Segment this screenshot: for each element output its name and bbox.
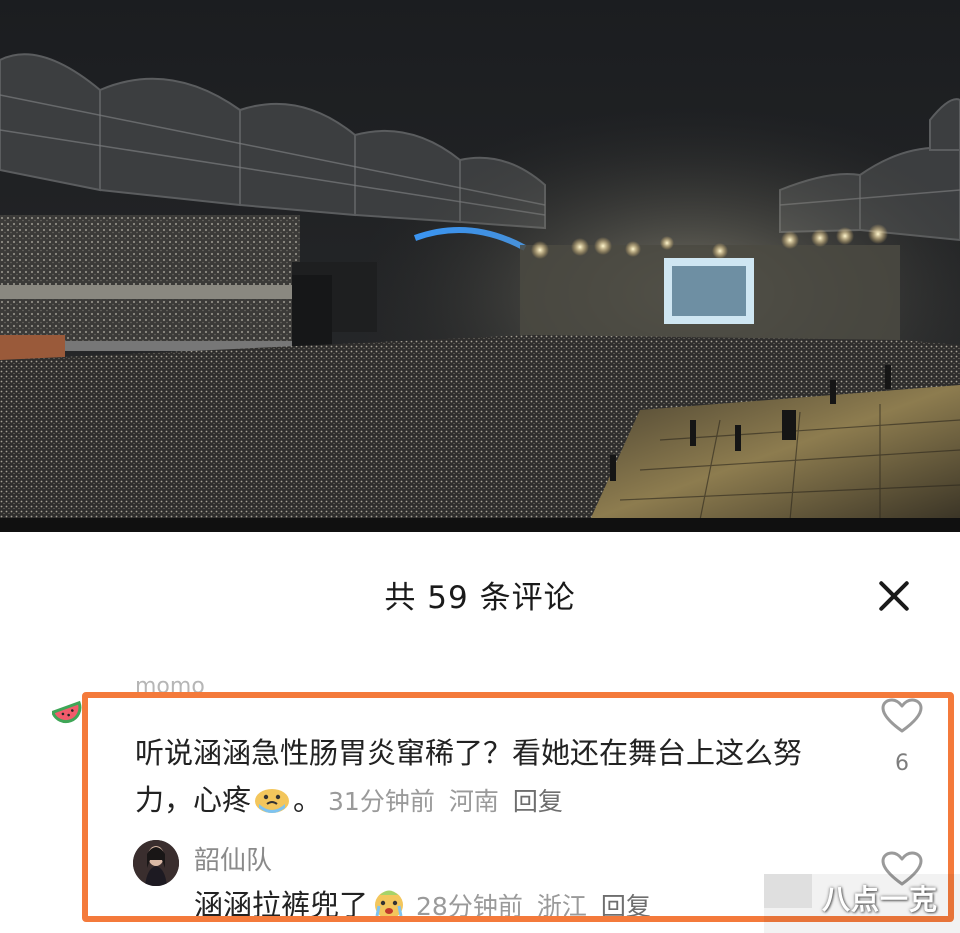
reply-username[interactable]: 韶仙队 xyxy=(194,840,272,877)
reply-reply-button[interactable]: 回复 xyxy=(601,892,651,921)
watermark: 八点一克 xyxy=(764,874,960,933)
comment-username[interactable]: momo xyxy=(135,680,205,696)
comment-text-suffix: 。 xyxy=(293,783,323,817)
crying-face-emoji xyxy=(375,890,404,919)
crying-face-emoji xyxy=(255,789,290,813)
reply-location: 浙江 xyxy=(536,892,587,921)
comment-sheet: 共 59 条评论 momo 听说涵涵急性肠胃炎窜稀了？看她还在舞台上这么努力，心… xyxy=(0,532,960,933)
comment-body: 听说涵涵急性肠胃炎窜稀了？看她还在舞台上这么努力，心疼。 31分钟前 河南 回复 xyxy=(135,730,855,825)
reply-meta: 28分钟前 浙江 回复 xyxy=(416,892,665,921)
concert-photo xyxy=(0,0,960,532)
reply-body: 涵涵拉裤兜了 28分钟前 浙江 回复 xyxy=(194,882,665,924)
watermelon-avatar-icon[interactable] xyxy=(52,699,86,733)
comment-location: 河南 xyxy=(448,787,499,816)
comment-like-button[interactable]: 6 xyxy=(880,697,924,776)
comment-like-count: 6 xyxy=(895,751,909,776)
comment-reply-button[interactable]: 回复 xyxy=(513,787,563,816)
watermark-text: 八点一克 xyxy=(822,883,939,916)
heart-outline-icon xyxy=(881,698,923,733)
comment-count-title: 共 59 条评论 xyxy=(384,580,576,616)
watermark-logo xyxy=(764,874,812,908)
reply-avatar[interactable] xyxy=(133,840,179,886)
close-icon[interactable] xyxy=(870,572,918,620)
reply-time: 28分钟前 xyxy=(416,892,523,921)
comment-meta: 31分钟前 河南 回复 xyxy=(328,787,577,816)
reply-text: 涵涵拉裤兜了 xyxy=(194,888,369,922)
comment-time: 31分钟前 xyxy=(328,787,435,816)
